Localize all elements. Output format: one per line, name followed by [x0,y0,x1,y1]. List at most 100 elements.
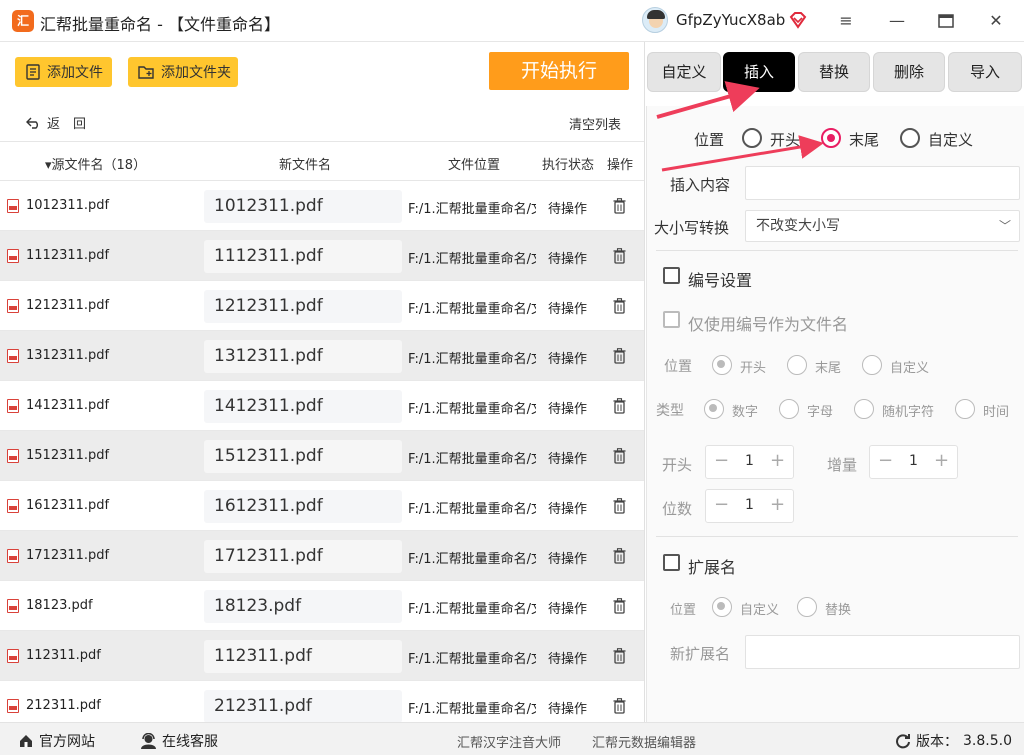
position-start-label[interactable]: 开头 [770,129,800,150]
minus-icon[interactable]: − [714,450,729,471]
case-conversion-select[interactable]: 不改变大小写 ﹀ [745,210,1020,242]
plus-icon[interactable]: + [770,494,785,515]
numbering-checkbox[interactable] [663,267,680,284]
tab-delete[interactable]: 删除 [873,52,945,92]
table-row[interactable]: 1512311.pdf 1512311.pdf F:/1.汇帮批量重命名/文件待操作 [0,431,644,481]
digits-stepper[interactable]: − 1 + [705,489,794,523]
add-folder-button[interactable]: 添加文件夹 [128,57,238,87]
delete-trash-icon[interactable] [613,398,626,414]
delete-trash-icon[interactable] [613,698,626,714]
delete-trash-icon[interactable] [613,298,626,314]
table-row[interactable]: 1412311.pdf 1412311.pdf F:/1.汇帮批量重命名/文件待操作 [0,381,644,431]
delete-trash-icon[interactable] [613,198,626,214]
increment-value[interactable]: 1 [909,453,918,469]
extension-custom-label[interactable]: 自定义 [740,599,779,618]
numbering-position-custom-label[interactable]: 自定义 [890,357,929,376]
official-website-link[interactable]: 官方网站 [18,731,95,751]
extension-replace-label[interactable]: 替换 [825,599,851,618]
close-icon[interactable]: ✕ [984,9,1008,33]
minimize-icon[interactable]: — [885,9,909,33]
pinyin-tool-link[interactable]: 汇帮汉字注音大师 [457,732,561,751]
table-row[interactable]: 1112311.pdf 1112311.pdf F:/1.汇帮批量重命名/文件待操作 [0,231,644,281]
digits-value[interactable]: 1 [745,497,754,513]
increment-stepper[interactable]: − 1 + [869,445,958,479]
extension-replace-radio[interactable] [797,597,817,617]
new-file-name-input[interactable]: 1712311.pdf [204,540,402,573]
source-name-header[interactable]: ▾源文件名（18） [45,154,146,173]
table-row[interactable]: 1312311.pdf 1312311.pdf F:/1.汇帮批量重命名/文件待操作 [0,331,644,381]
plus-icon[interactable]: + [934,450,949,471]
table-row[interactable]: 112311.pdf 112311.pdf F:/1.汇帮批量重命名/文件待操作 [0,631,644,681]
minus-icon[interactable]: − [878,450,893,471]
new-file-name-input[interactable]: 1212311.pdf [204,290,402,323]
new-file-name-input[interactable]: 1612311.pdf [204,490,402,523]
type-letter-radio[interactable] [779,399,799,419]
position-custom-label[interactable]: 自定义 [928,129,973,150]
type-letter-label[interactable]: 字母 [807,401,833,420]
add-files-button[interactable]: 添加文件 [15,57,112,87]
table-row[interactable]: 1012311.pdf 1012311.pdf F:/1.汇帮批量重命名/文件待操作 [0,181,644,231]
delete-trash-icon[interactable] [613,598,626,614]
minus-icon[interactable]: − [714,494,729,515]
new-file-name-input[interactable]: 1512311.pdf [204,440,402,473]
status-badge: 待操作 [548,552,588,567]
new-file-name-input[interactable]: 1312311.pdf [204,340,402,373]
new-file-name-input[interactable]: 1412311.pdf [204,390,402,423]
numbering-position-start-label[interactable]: 开头 [740,357,766,376]
new-extension-label: 新扩展名 [670,645,731,663]
maximize-icon[interactable] [934,9,958,33]
type-number-radio[interactable] [704,399,724,419]
type-random-label[interactable]: 随机字符 [882,401,934,420]
delete-trash-icon[interactable] [613,448,626,464]
clear-list-button[interactable]: 清空列表 [569,114,621,133]
insert-content-input[interactable] [745,166,1020,200]
new-extension-input[interactable] [745,635,1020,669]
numbering-position-start-radio[interactable] [712,355,732,375]
menu-icon[interactable]: ≡ [834,9,858,33]
only-number-checkbox[interactable] [663,311,680,328]
delete-trash-icon[interactable] [613,248,626,264]
online-support-link[interactable]: 在线客服 [140,731,218,751]
source-file-name: 1312311.pdf [26,348,110,363]
table-row[interactable]: 18123.pdf 18123.pdf F:/1.汇帮批量重命名/文件待操作 [0,581,644,631]
numbering-position-end-radio[interactable] [787,355,807,375]
type-number-label[interactable]: 数字 [732,401,758,420]
table-row[interactable]: 1712311.pdf 1712311.pdf F:/1.汇帮批量重命名/文件待操作 [0,531,644,581]
plus-icon[interactable]: + [770,450,785,471]
type-random-radio[interactable] [854,399,874,419]
new-file-name-input[interactable]: 1012311.pdf [204,190,402,223]
table-row[interactable]: 1212311.pdf 1212311.pdf F:/1.汇帮批量重命名/文件待操作 [0,281,644,331]
metadata-editor-link[interactable]: 汇帮元数据编辑器 [592,732,696,751]
delete-trash-icon[interactable] [613,648,626,664]
tab-custom[interactable]: 自定义 [647,52,721,92]
delete-trash-icon[interactable] [613,348,626,364]
type-time-radio[interactable] [955,399,975,419]
avatar[interactable] [642,7,668,33]
username[interactable]: GfpZyYucX8ab [676,11,785,29]
delete-trash-icon[interactable] [613,498,626,514]
extension-custom-radio[interactable] [712,597,732,617]
table-row[interactable]: 1612311.pdf 1612311.pdf F:/1.汇帮批量重命名/文件待操作 [0,481,644,531]
numbering-position-custom-radio[interactable] [862,355,882,375]
new-file-name-input[interactable]: 112311.pdf [204,640,402,673]
start-value-stepper[interactable]: − 1 + [705,445,794,479]
tab-import[interactable]: 导入 [948,52,1022,92]
delete-trash-icon[interactable] [613,548,626,564]
vip-diamond-icon[interactable] [788,10,808,30]
position-end-radio[interactable] [821,128,841,148]
back-button[interactable]: 返 回 [26,113,86,132]
new-file-name-input[interactable]: 1112311.pdf [204,240,402,273]
extension-checkbox[interactable] [663,554,680,571]
tab-insert[interactable]: 插入 [723,52,795,92]
version-info[interactable]: 版本： 3.8.5.0 [895,731,1012,751]
start-value[interactable]: 1 [745,453,754,469]
start-button[interactable]: 开始执行 [489,52,629,90]
new-file-name-input[interactable]: 18123.pdf [204,590,402,623]
numbering-position-end-label[interactable]: 末尾 [815,357,841,376]
new-file-name-input[interactable]: 212311.pdf [204,690,402,723]
position-start-radio[interactable] [742,128,762,148]
position-custom-radio[interactable] [900,128,920,148]
position-end-label[interactable]: 末尾 [849,129,879,150]
tab-replace[interactable]: 替换 [798,52,870,92]
type-time-label[interactable]: 时间 [983,401,1009,420]
